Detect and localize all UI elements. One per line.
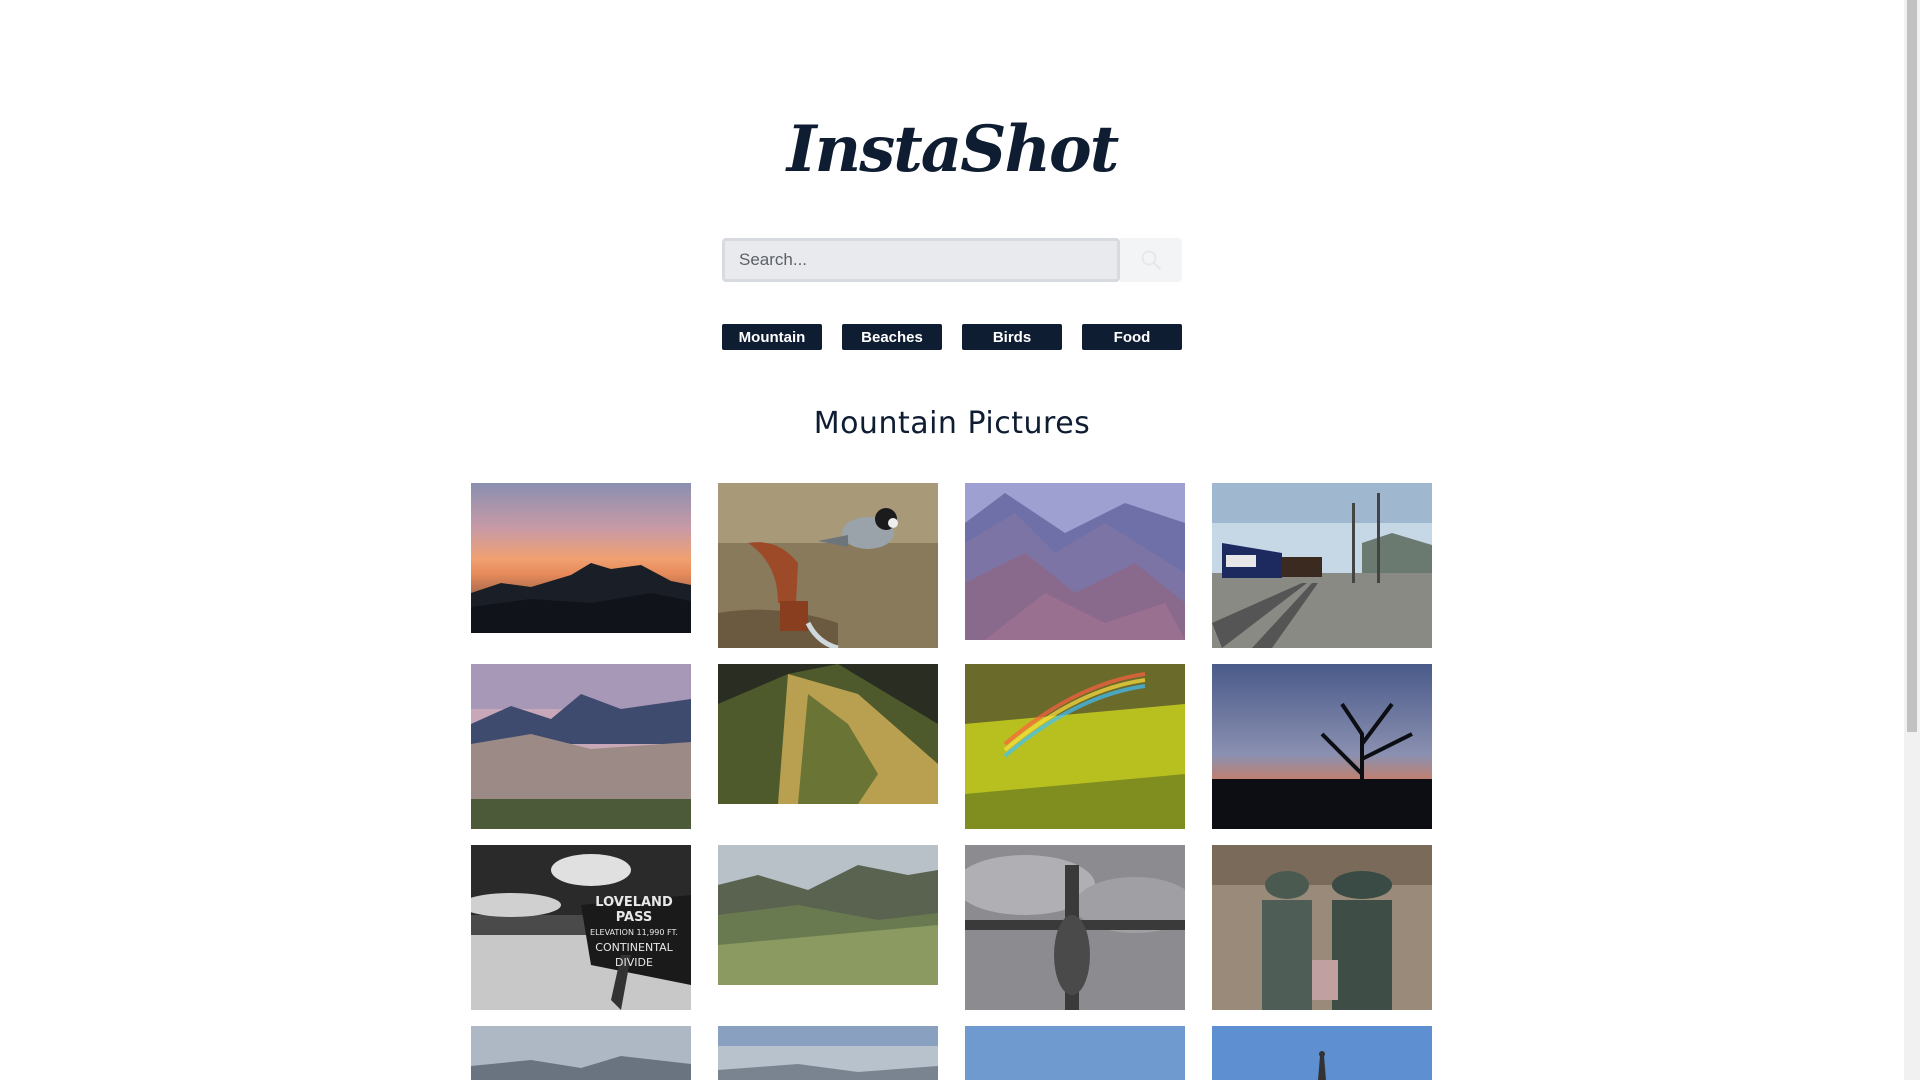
- site-logo[interactable]: InstaShot: [0, 118, 1904, 182]
- photo-bronze-couple-statue[interactable]: [1212, 845, 1432, 1010]
- vertical-scrollbar[interactable]: [1904, 0, 1920, 1080]
- photo-train-on-tracks[interactable]: [1212, 483, 1432, 648]
- gallery-title: Mountain Pictures: [813, 406, 1091, 441]
- photo-sand-dunes-mountains[interactable]: [471, 664, 691, 829]
- sign-line-4: DIVIDE: [615, 956, 653, 969]
- photo-crucifix-statue[interactable]: [965, 845, 1185, 1010]
- category-food-button[interactable]: Food: [1082, 324, 1182, 350]
- photo-chickadee-on-spout[interactable]: [718, 483, 938, 648]
- photo-purple-mountain-ridges[interactable]: [965, 483, 1185, 640]
- photo-cloudy-peaks[interactable]: [718, 1026, 938, 1080]
- photo-blue-sky-spire[interactable]: [1212, 1026, 1432, 1080]
- photo-loveland-pass-sign[interactable]: LOVELAND PASS ELEVATION 11,990 FT. CONTI…: [471, 845, 691, 1010]
- photo-blue-sky[interactable]: [965, 1026, 1185, 1080]
- sign-line-1: LOVELAND PASS: [595, 895, 673, 925]
- photo-distant-mountain-range[interactable]: [471, 1026, 691, 1080]
- photo-alpine-valley-meadow[interactable]: [718, 845, 938, 985]
- category-filters: Mountain Beaches Birds Food: [722, 324, 1182, 350]
- photo-sunset-silhouette[interactable]: [471, 483, 691, 635]
- search-input[interactable]: [722, 238, 1120, 282]
- category-birds-button[interactable]: Birds: [962, 324, 1062, 350]
- photo-grid: LOVELAND PASS ELEVATION 11,990 FT. CONTI…: [471, 483, 1432, 1080]
- search-bar: [722, 238, 1182, 282]
- page: InstaShot Mountain Beaches Birds Food Mo…: [0, 0, 1904, 1080]
- sign-line-3: CONTINENTAL: [595, 941, 673, 954]
- search-icon: [1141, 250, 1162, 271]
- photo-rainbow-yellow-hillside[interactable]: [965, 664, 1185, 829]
- category-mountain-button[interactable]: Mountain: [722, 324, 822, 350]
- category-beaches-button[interactable]: Beaches: [842, 324, 942, 350]
- photo-green-ridge-slope[interactable]: [718, 664, 938, 804]
- sign-line-2: ELEVATION 11,990 FT.: [590, 928, 678, 937]
- photo-dead-tree-dusk[interactable]: [1212, 664, 1432, 829]
- scrollbar-thumb[interactable]: [1907, 0, 1917, 732]
- search-button[interactable]: [1120, 238, 1182, 282]
